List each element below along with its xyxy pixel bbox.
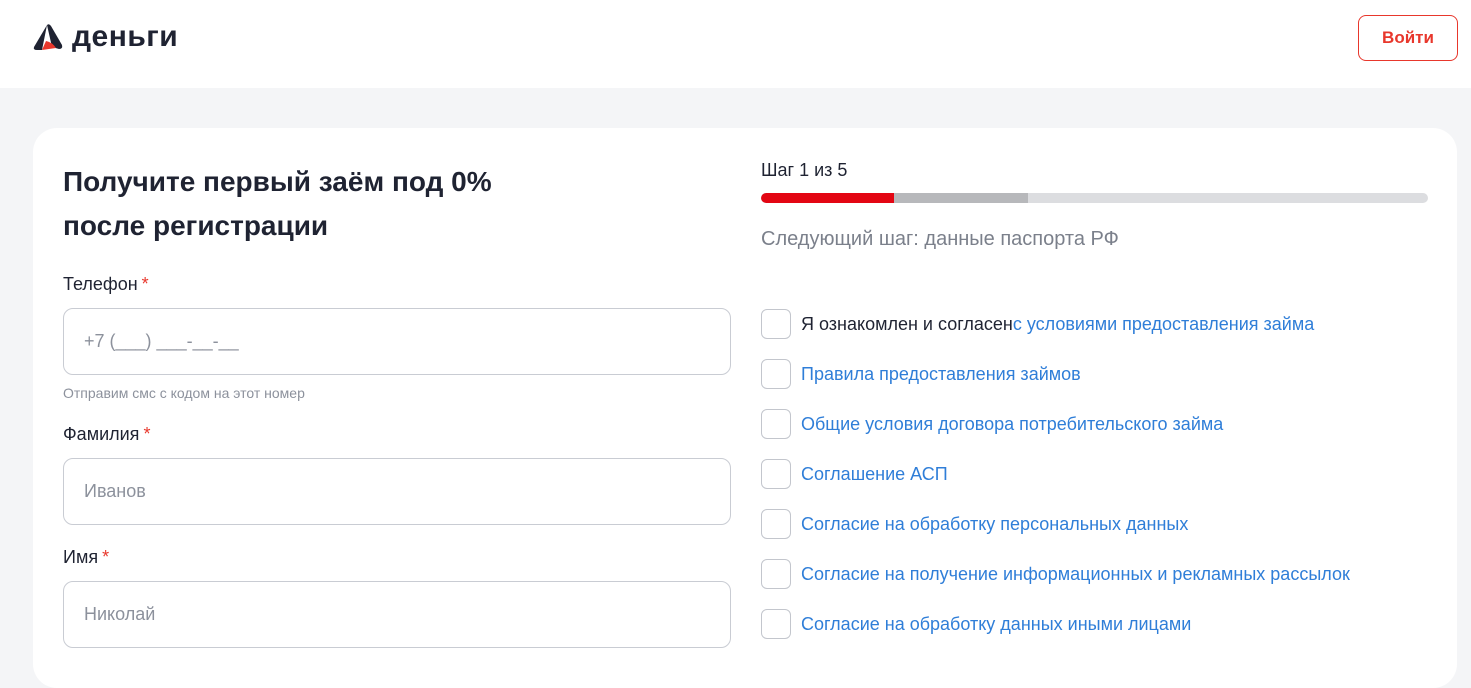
consent-link[interactable]: Согласие на обработку данных иными лицам… [801,614,1191,635]
consent-link[interactable]: Согласие на получение информационных и р… [801,564,1350,585]
required-mark: * [102,547,110,567]
progress-bar-fill [761,193,895,203]
consent-link[interactable]: Согласие на обработку персональных данны… [801,514,1188,535]
consent-link[interactable]: с условиями предоставления займа [1013,314,1314,335]
name-label-text: Имя [63,547,99,567]
surname-label: Фамилия * [63,424,150,445]
consent-item: Согласие на обработку данных иными лицам… [761,609,1191,639]
phone-input[interactable] [63,308,731,375]
page-title: Получите первый заём под 0% после регист… [63,160,663,248]
login-button[interactable]: Войти [1358,15,1458,61]
name-label: Имя * [63,547,109,568]
next-step-text: Следующий шаг: данные паспорта РФ [761,228,1119,250]
required-mark: * [143,424,151,444]
registration-card: Получите первый заём под 0% после регист… [33,128,1457,688]
consent-item: Правила предоставления займов [761,359,1081,389]
consent-checkbox[interactable] [761,509,791,539]
consent-link[interactable]: Правила предоставления займов [801,364,1081,385]
consent-checkbox[interactable] [761,409,791,439]
consent-item: Я ознакомлен и согласен с условиями пред… [761,309,1314,339]
logo-mark-icon [33,24,63,50]
consent-link[interactable]: Общие условия договора потребительского … [801,414,1223,435]
phone-label: Телефон * [63,274,149,295]
consent-checkbox[interactable] [761,609,791,639]
logo[interactable]: деньги [32,22,178,52]
consent-checkbox[interactable] [761,309,791,339]
phone-label-text: Телефон [63,274,138,294]
phone-hint: Отправим смс с кодом на этот номер [63,385,305,401]
consent-item: Согласие на обработку персональных данны… [761,509,1188,539]
surname-label-text: Фамилия [63,424,140,444]
consent-checkbox[interactable] [761,559,791,589]
consent-item: Соглашение АСП [761,459,948,489]
consent-link[interactable]: Соглашение АСП [801,464,948,485]
progress-bar [761,193,1428,203]
title-line-1: Получите первый заём под 0% [63,166,492,197]
consent-checkbox[interactable] [761,459,791,489]
consent-checkbox[interactable] [761,359,791,389]
site-header: деньги Войти [0,0,1471,88]
name-input[interactable] [63,581,731,648]
consent-item: Согласие на получение информационных и р… [761,559,1350,589]
title-line-2: после регистрации [63,210,329,241]
logo-text: деньги [72,20,179,53]
step-indicator: Шаг 1 из 5 [761,160,848,180]
surname-input[interactable] [63,458,731,525]
consent-item: Общие условия договора потребительского … [761,409,1223,439]
required-mark: * [141,274,149,294]
consent-prefix: Я ознакомлен и согласен [801,313,1013,334]
